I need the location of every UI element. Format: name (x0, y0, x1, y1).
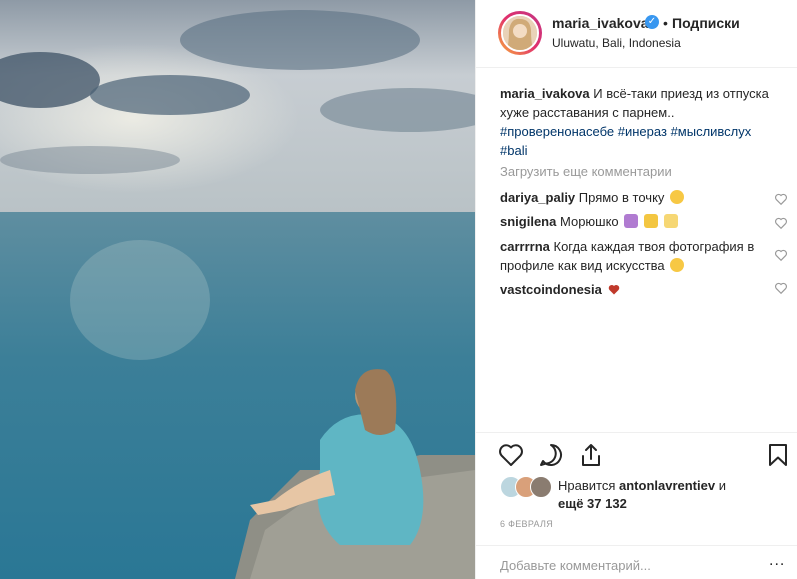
laughing-emoji-icon (670, 190, 685, 204)
comment-username[interactable]: carrrrna (500, 239, 550, 254)
more-options-icon[interactable]: ... (769, 552, 785, 570)
red-heart-icon (608, 284, 619, 295)
caption-username[interactable]: maria_ivakova (500, 86, 590, 101)
post-actions: Нравится antonlavrentiev и ещё 37 132 6 … (476, 432, 797, 541)
heart-outline-icon[interactable] (498, 442, 524, 468)
comment-username[interactable]: snigilena (500, 214, 556, 229)
header-separator: • (663, 15, 668, 31)
smiling-emoji-icon (670, 258, 685, 272)
liker-username[interactable]: antonlavrentiev (619, 478, 715, 493)
post-header: maria_ivakova ✓ • Подписки Uluwatu, Bali… (476, 0, 797, 68)
comment-item: dariya_paliy Прямо в точку (500, 188, 760, 207)
comment-item: carrrrna Когда каждая твоя фотография в … (500, 237, 760, 275)
author-username[interactable]: maria_ivakova (552, 15, 649, 31)
mermaid-emoji-icon (624, 214, 639, 228)
comment-like-icon[interactable] (774, 281, 788, 295)
post-panel: maria_ivakova ✓ • Подписки Uluwatu, Bali… (475, 0, 797, 579)
fish-emoji-icon (643, 214, 658, 228)
share-icon[interactable] (578, 442, 604, 468)
comment-username[interactable]: vastcoindonesia (500, 282, 602, 297)
load-more-comments-button[interactable]: Загрузить еще комментарии (500, 164, 672, 179)
post-date[interactable]: 6 ФЕВРАЛЯ (500, 519, 553, 529)
author-avatar-ring[interactable] (498, 11, 542, 55)
likes-conjunction: и (718, 478, 726, 493)
add-comment-bar: Добавьте комментарий... ... (476, 545, 797, 579)
follow-button[interactable]: Подписки (672, 15, 740, 31)
comment-text: Прямо в точку (578, 190, 665, 205)
likers-avatars[interactable] (500, 476, 552, 498)
bookmark-icon[interactable] (765, 442, 791, 468)
comment-like-icon[interactable] (774, 216, 788, 230)
comment-like-icon[interactable] (774, 192, 788, 206)
add-comment-input[interactable]: Добавьте комментарий... (500, 558, 651, 573)
comment-item: vastcoindonesia (500, 280, 760, 299)
comment-username[interactable]: dariya_paliy (500, 190, 575, 205)
verified-badge-icon: ✓ (645, 15, 659, 29)
comment-item: snigilena Морюшко (500, 212, 760, 231)
likes-prefix: Нравится (558, 478, 616, 493)
post-caption: maria_ivakova И всё-таки приезд из отпус… (500, 84, 790, 160)
post-location[interactable]: Uluwatu, Bali, Indonesia (552, 36, 681, 50)
comment-like-icon[interactable] (774, 248, 788, 262)
avatar[interactable] (530, 476, 552, 498)
sparkles-emoji-icon (663, 214, 678, 228)
likes-count-button[interactable]: ещё 37 132 (558, 496, 627, 511)
comment-bubble-icon[interactable] (538, 442, 564, 468)
post-photo[interactable] (0, 0, 475, 579)
likes-summary: Нравится antonlavrentiev и ещё 37 132 (558, 477, 748, 513)
comment-text: Морюшко (559, 214, 619, 229)
hashtag[interactable]: #мысливслух (671, 124, 752, 139)
avatar[interactable] (501, 14, 539, 52)
hashtag[interactable]: #проверенонасебе (500, 124, 614, 139)
hashtag[interactable]: #инераз (618, 124, 667, 139)
hashtag[interactable]: #bali (500, 143, 527, 158)
